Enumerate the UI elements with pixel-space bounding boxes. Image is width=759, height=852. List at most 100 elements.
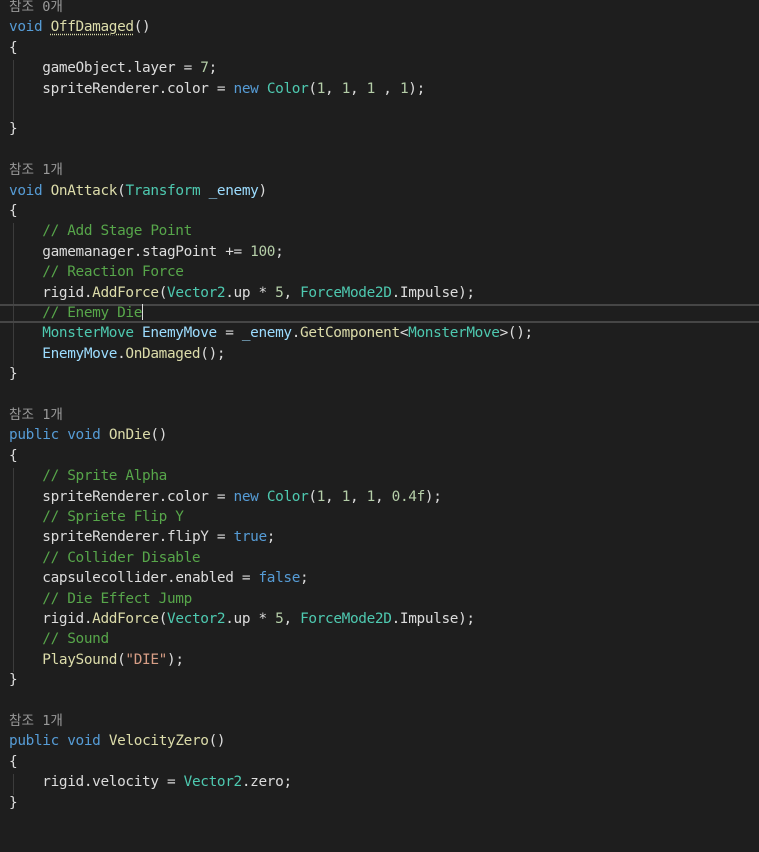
comment-token: // Sound <box>42 631 109 648</box>
code-line[interactable]: // Reaction Force <box>9 262 184 282</box>
identifier-token: up <box>233 284 251 301</box>
punctuation-token: += <box>216 243 251 260</box>
type-token: Color <box>266 80 309 97</box>
punctuation-token <box>9 591 42 607</box>
code-line[interactable]: spriteRenderer.color = new Color(1, 1, 1… <box>9 487 442 507</box>
code-line[interactable]: // Sprite Alpha <box>9 466 167 486</box>
code-line[interactable]: public void VelocityZero() <box>9 731 226 751</box>
punctuation-token: ); <box>167 651 184 668</box>
identifier-token: enabled <box>175 570 234 587</box>
punctuation-token: () <box>133 19 151 36</box>
keyword-token: true <box>233 529 268 546</box>
code-line[interactable]: } <box>9 364 18 384</box>
punctuation-token <box>9 631 42 647</box>
keyword-token: void <box>67 733 101 750</box>
punctuation-token: } <box>9 794 18 811</box>
number-token: 1 <box>341 80 351 97</box>
punctuation-token <box>9 81 42 97</box>
punctuation-token: >(); <box>499 325 534 342</box>
type-token: Vector2 <box>183 774 243 791</box>
comment-token: // Collider Disable <box>42 549 201 566</box>
number-token: 7 <box>200 60 209 77</box>
type-token: Color <box>266 488 309 505</box>
code-line[interactable]: spriteRenderer.color = new Color(1, 1, 1… <box>9 79 425 99</box>
punctuation-token: ; <box>275 243 284 260</box>
number-token: 1 <box>366 80 376 97</box>
punctuation-token: = <box>216 325 242 342</box>
punctuation-token <box>9 652 42 668</box>
punctuation-token: < <box>399 325 409 342</box>
code-line[interactable]: } <box>9 119 18 139</box>
punctuation-token: , <box>325 80 342 97</box>
identifier-token: rigid <box>42 611 84 627</box>
code-line[interactable]: PlaySound("DIE"); <box>9 650 184 670</box>
code-line[interactable]: void OffDamaged() <box>9 17 151 37</box>
code-line[interactable]: { <box>9 38 18 58</box>
code-line[interactable]: spriteRenderer.flipY = true; <box>9 527 275 547</box>
code-editor[interactable]: 참조 0개 void OffDamaged(){ gameObject.layer… <box>0 0 759 852</box>
identifier-token: Impulse <box>399 611 459 627</box>
punctuation-token: ); <box>424 488 442 505</box>
code-line[interactable]: // Die Effect Jump <box>9 589 192 609</box>
punctuation-token: . <box>225 284 234 301</box>
identifier-token: velocity <box>92 774 159 791</box>
comment-token: // Sprite Alpha <box>42 468 167 485</box>
function-token: OffDamaged <box>50 19 134 36</box>
identifier-token: rigid <box>42 284 84 301</box>
keyword-token: void <box>9 182 43 199</box>
type-token: Vector2 <box>167 284 226 301</box>
comment-token: // Spriete Flip Y <box>42 509 184 525</box>
code-line[interactable]: // Collider Disable <box>9 548 200 568</box>
punctuation-token <box>9 244 42 260</box>
punctuation-token: . <box>83 611 93 627</box>
code-line[interactable]: // Add Stage Point <box>9 221 192 241</box>
code-line[interactable]: rigid.AddForce(Vector2.up * 5, ForceMode… <box>9 283 475 303</box>
punctuation-token: ; <box>283 774 292 791</box>
punctuation-token <box>9 529 42 545</box>
punctuation-token <box>100 733 108 749</box>
keyword-token: false <box>258 570 301 587</box>
code-line[interactable]: // Spriete Flip Y <box>9 507 184 527</box>
code-line[interactable]: gamemanager.stagPoint += 100; <box>9 242 284 262</box>
code-line[interactable]: } <box>9 793 18 813</box>
code-line[interactable]: { <box>9 446 18 466</box>
punctuation-token: . <box>225 611 234 627</box>
identifier-token: _enemy <box>241 325 292 342</box>
code-line[interactable]: MonsterMove EnemyMove = _enemy.GetCompon… <box>9 323 533 343</box>
punctuation-token: ) <box>258 182 267 199</box>
code-line[interactable]: void OnAttack(Transform _enemy) <box>9 181 267 201</box>
punctuation-token: ( <box>308 80 317 97</box>
punctuation-token: () <box>208 733 226 750</box>
code-line[interactable]: gameObject.layer = 7; <box>9 58 217 78</box>
code-line[interactable]: rigid.AddForce(Vector2.up * 5, ForceMode… <box>9 609 475 629</box>
punctuation-token: , <box>283 284 301 301</box>
punctuation-token: , <box>350 488 367 505</box>
identifier-token: up <box>233 611 251 627</box>
punctuation-token: = <box>233 570 259 587</box>
code-line[interactable]: public void OnDie() <box>9 425 167 445</box>
number-token: 1 <box>316 488 326 505</box>
codelens-reference-count[interactable]: 참조 0개 <box>9 0 63 17</box>
punctuation-token: . <box>83 284 93 301</box>
identifier-token: zero <box>250 774 284 791</box>
code-line[interactable]: capsulecollider.enabled = false; <box>9 568 308 588</box>
codelens-reference-count[interactable]: 참조 1개 <box>9 160 63 180</box>
codelens-reference-count[interactable]: 참조 1개 <box>9 711 63 731</box>
code-line[interactable]: } <box>9 670 18 690</box>
identifier-token: EnemyMove <box>142 325 217 342</box>
codelens-reference-count[interactable]: 참조 1개 <box>9 405 63 425</box>
punctuation-token: . <box>241 774 251 791</box>
type-token: ForceMode2D <box>300 611 392 627</box>
code-line[interactable]: { <box>9 201 18 221</box>
code-line[interactable]: EnemyMove.OnDamaged(); <box>9 344 225 364</box>
code-line[interactable]: { <box>9 752 18 772</box>
punctuation-token: ( <box>308 488 317 505</box>
identifier-token: _enemy <box>208 182 259 199</box>
punctuation-token: = <box>208 80 234 97</box>
code-line[interactable]: // Sound <box>9 629 109 649</box>
code-line[interactable]: // Enemy Die <box>9 303 144 323</box>
code-line[interactable]: rigid.velocity = Vector2.zero; <box>9 772 292 792</box>
type-token: Vector2 <box>167 611 226 627</box>
punctuation-token: . <box>83 774 93 791</box>
identifier-token: color <box>167 488 209 505</box>
